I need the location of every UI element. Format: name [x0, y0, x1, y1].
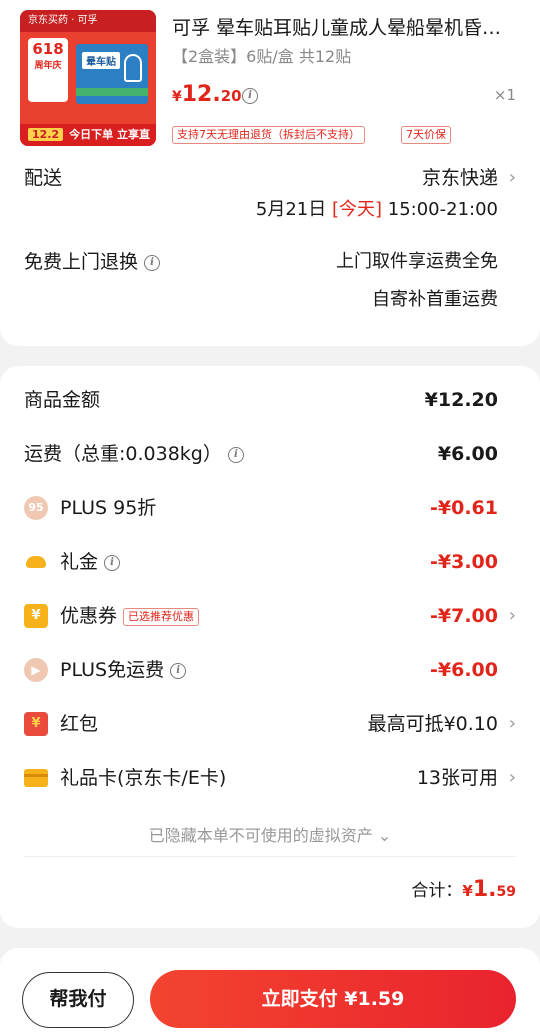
plus-free-shipping-label: PLUS免运费 i	[60, 650, 187, 690]
plus-free-shipping-value: -¥6.00	[430, 659, 498, 681]
gold-ingot-icon	[24, 550, 48, 574]
goods-amount-row: 商品金额 ¥12.20	[0, 380, 540, 420]
total-label: 合计：	[411, 881, 463, 901]
gift-money-label: 礼金 i	[60, 542, 121, 582]
chevron-right-icon: ›	[508, 167, 516, 188]
shipping-row: 运费（总重:0.038kg） i ¥6.00	[0, 434, 540, 474]
coupon-row[interactable]: ¥ 优惠券 已选推荐优惠 -¥7.00 ›	[0, 596, 540, 636]
info-icon[interactable]: i	[170, 662, 187, 679]
thumb-price-strip: 12.2今日下单 立享直降	[20, 124, 156, 146]
plus-discount-label: PLUS 95折	[60, 497, 157, 519]
goods-amount-label: 商品金额	[24, 389, 101, 411]
red-packet-label: 红包	[60, 713, 99, 735]
product-price: ¥12.20	[172, 82, 242, 107]
product-thumbnail[interactable]: 京东买药 · 可孚 618 周年庆 晕车贴 12.2今日下单 立享直降	[20, 10, 156, 146]
red-packet-row[interactable]: ¥ 红包 最高可抵¥0.10 ›	[0, 704, 540, 744]
plus-discount-row: 95 PLUS 95折 -¥0.61	[0, 488, 540, 528]
red-packet-value: 最高可抵¥0.10	[367, 713, 498, 735]
product-quantity: ×1	[493, 86, 516, 104]
plus-discount-value: -¥0.61	[430, 497, 498, 519]
plus-free-shipping-row: ▶ PLUS免运费 i -¥6.00	[0, 650, 540, 690]
return-line1: 上门取件享运费全免	[336, 251, 498, 272]
free-return-label: 免费上门退换 i	[24, 242, 161, 282]
order-total: 合计：¥1.59	[411, 876, 516, 902]
gift-card-label: 礼品卡(京东卡/E卡)	[60, 767, 227, 789]
info-icon[interactable]: i	[104, 554, 121, 571]
product-title[interactable]: 可孚 晕车贴耳贴儿童成人晕船晕机昏…	[172, 14, 522, 42]
cost-breakdown-card: 商品金额 ¥12.20 运费（总重:0.038kg） i ¥6.00 95 PL…	[0, 366, 540, 928]
product-spec: 【2盒装】6贴/盒 共12贴	[172, 47, 352, 66]
order-item-card: 京东买药 · 可孚 618 周年庆 晕车贴 12.2今日下单 立享直降 可孚 晕…	[0, 0, 540, 346]
delivery-method: 京东快递	[421, 167, 498, 189]
thumb-618-badge: 618 周年庆	[28, 38, 68, 102]
goods-amount-value: ¥12.20	[424, 389, 498, 411]
total-amount: ¥1.59	[462, 877, 516, 902]
coupon-selected-badge: 已选推荐优惠	[123, 607, 200, 626]
chevron-right-icon: ›	[508, 713, 516, 734]
info-icon[interactable]: i	[144, 254, 161, 271]
gift-card-row[interactable]: 礼品卡(京东卡/E卡) 13张可用 ›	[0, 758, 540, 798]
divider	[24, 856, 516, 857]
coupon-icon: ¥	[24, 604, 48, 628]
product-box-image: 晕车贴	[76, 44, 148, 104]
price-info-icon[interactable]: i	[242, 88, 258, 104]
hidden-assets-toggle[interactable]: 已隐藏本单不可使用的虚拟资产 ⌄	[0, 822, 540, 846]
price-protect-tag: 7天价保	[401, 126, 451, 144]
chevron-right-icon: ›	[508, 767, 516, 788]
chevron-right-icon: ›	[508, 605, 516, 626]
gift-money-row: 礼金 i -¥3.00	[0, 542, 540, 582]
chevron-down-icon: ⌄	[377, 826, 392, 845]
info-icon[interactable]: i	[227, 446, 244, 463]
coupon-value: -¥7.00	[430, 605, 498, 627]
plus-95-icon: 95	[24, 496, 48, 520]
delivery-row[interactable]: 配送 京东快递 ›	[0, 158, 540, 198]
red-packet-icon: ¥	[24, 712, 48, 736]
help-me-pay-button[interactable]: 帮我付	[22, 972, 134, 1028]
thumb-banner: 京东买药 · 可孚	[20, 10, 156, 32]
return-policy-tag: 支持7天无理由退货（拆封后不支持）	[172, 126, 365, 144]
gift-card-icon	[24, 769, 48, 787]
delivery-label: 配送	[24, 167, 63, 189]
gift-card-value: 13张可用	[416, 767, 498, 789]
delivery-time: 5月21日 [今天] 15:00-21:00	[255, 199, 498, 220]
coupon-label: 优惠券 已选推荐优惠	[60, 596, 200, 636]
gift-money-value: -¥3.00	[430, 551, 498, 573]
pay-now-button[interactable]: 立即支付 ¥1.59	[150, 970, 516, 1028]
truck-icon: ▶	[24, 658, 48, 682]
payment-footer: 帮我付 立即支付 ¥1.59	[0, 948, 540, 1036]
shipping-label: 运费（总重:0.038kg） i	[24, 434, 244, 474]
return-line2: 自寄补首重运费	[372, 289, 498, 310]
shipping-value: ¥6.00	[437, 443, 498, 465]
